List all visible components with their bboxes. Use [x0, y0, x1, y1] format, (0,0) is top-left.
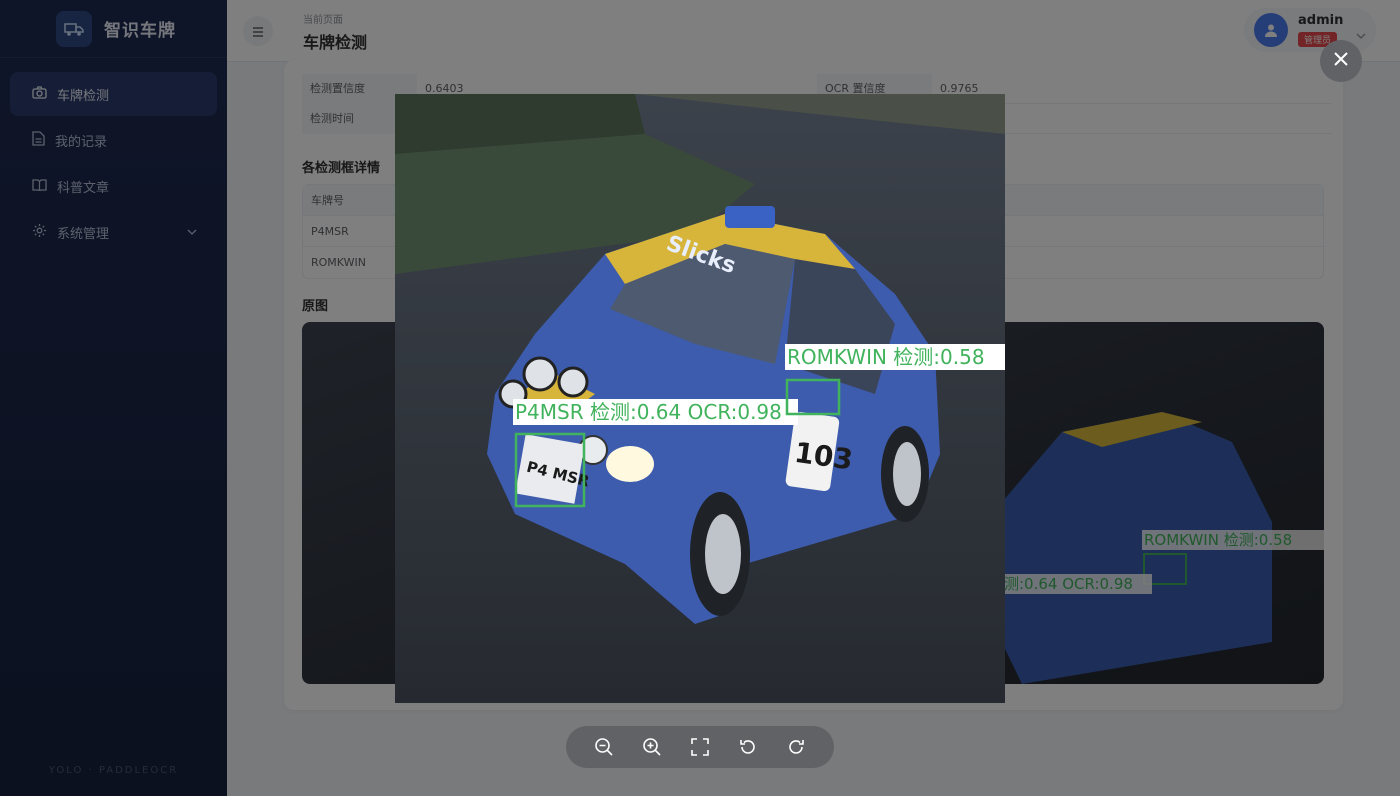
- zoom-out-icon[interactable]: [591, 734, 617, 760]
- close-icon: [1333, 51, 1349, 71]
- close-preview-button[interactable]: [1320, 40, 1362, 82]
- rotate-left-icon[interactable]: [735, 734, 761, 760]
- zoom-in-icon[interactable]: [639, 734, 665, 760]
- preview-toolbar: [566, 726, 834, 768]
- rotate-right-icon[interactable]: [783, 734, 809, 760]
- det1-label: P4MSR 检测:0.64 OCR:0.98: [515, 400, 782, 424]
- fullscreen-icon[interactable]: [687, 734, 713, 760]
- preview-image[interactable]: Slicks 103 P4 MSR P4MSR 检测:0.64 OCR:0.98…: [395, 94, 1005, 703]
- det2-label: ROMKWIN 检测:0.58: [787, 345, 985, 369]
